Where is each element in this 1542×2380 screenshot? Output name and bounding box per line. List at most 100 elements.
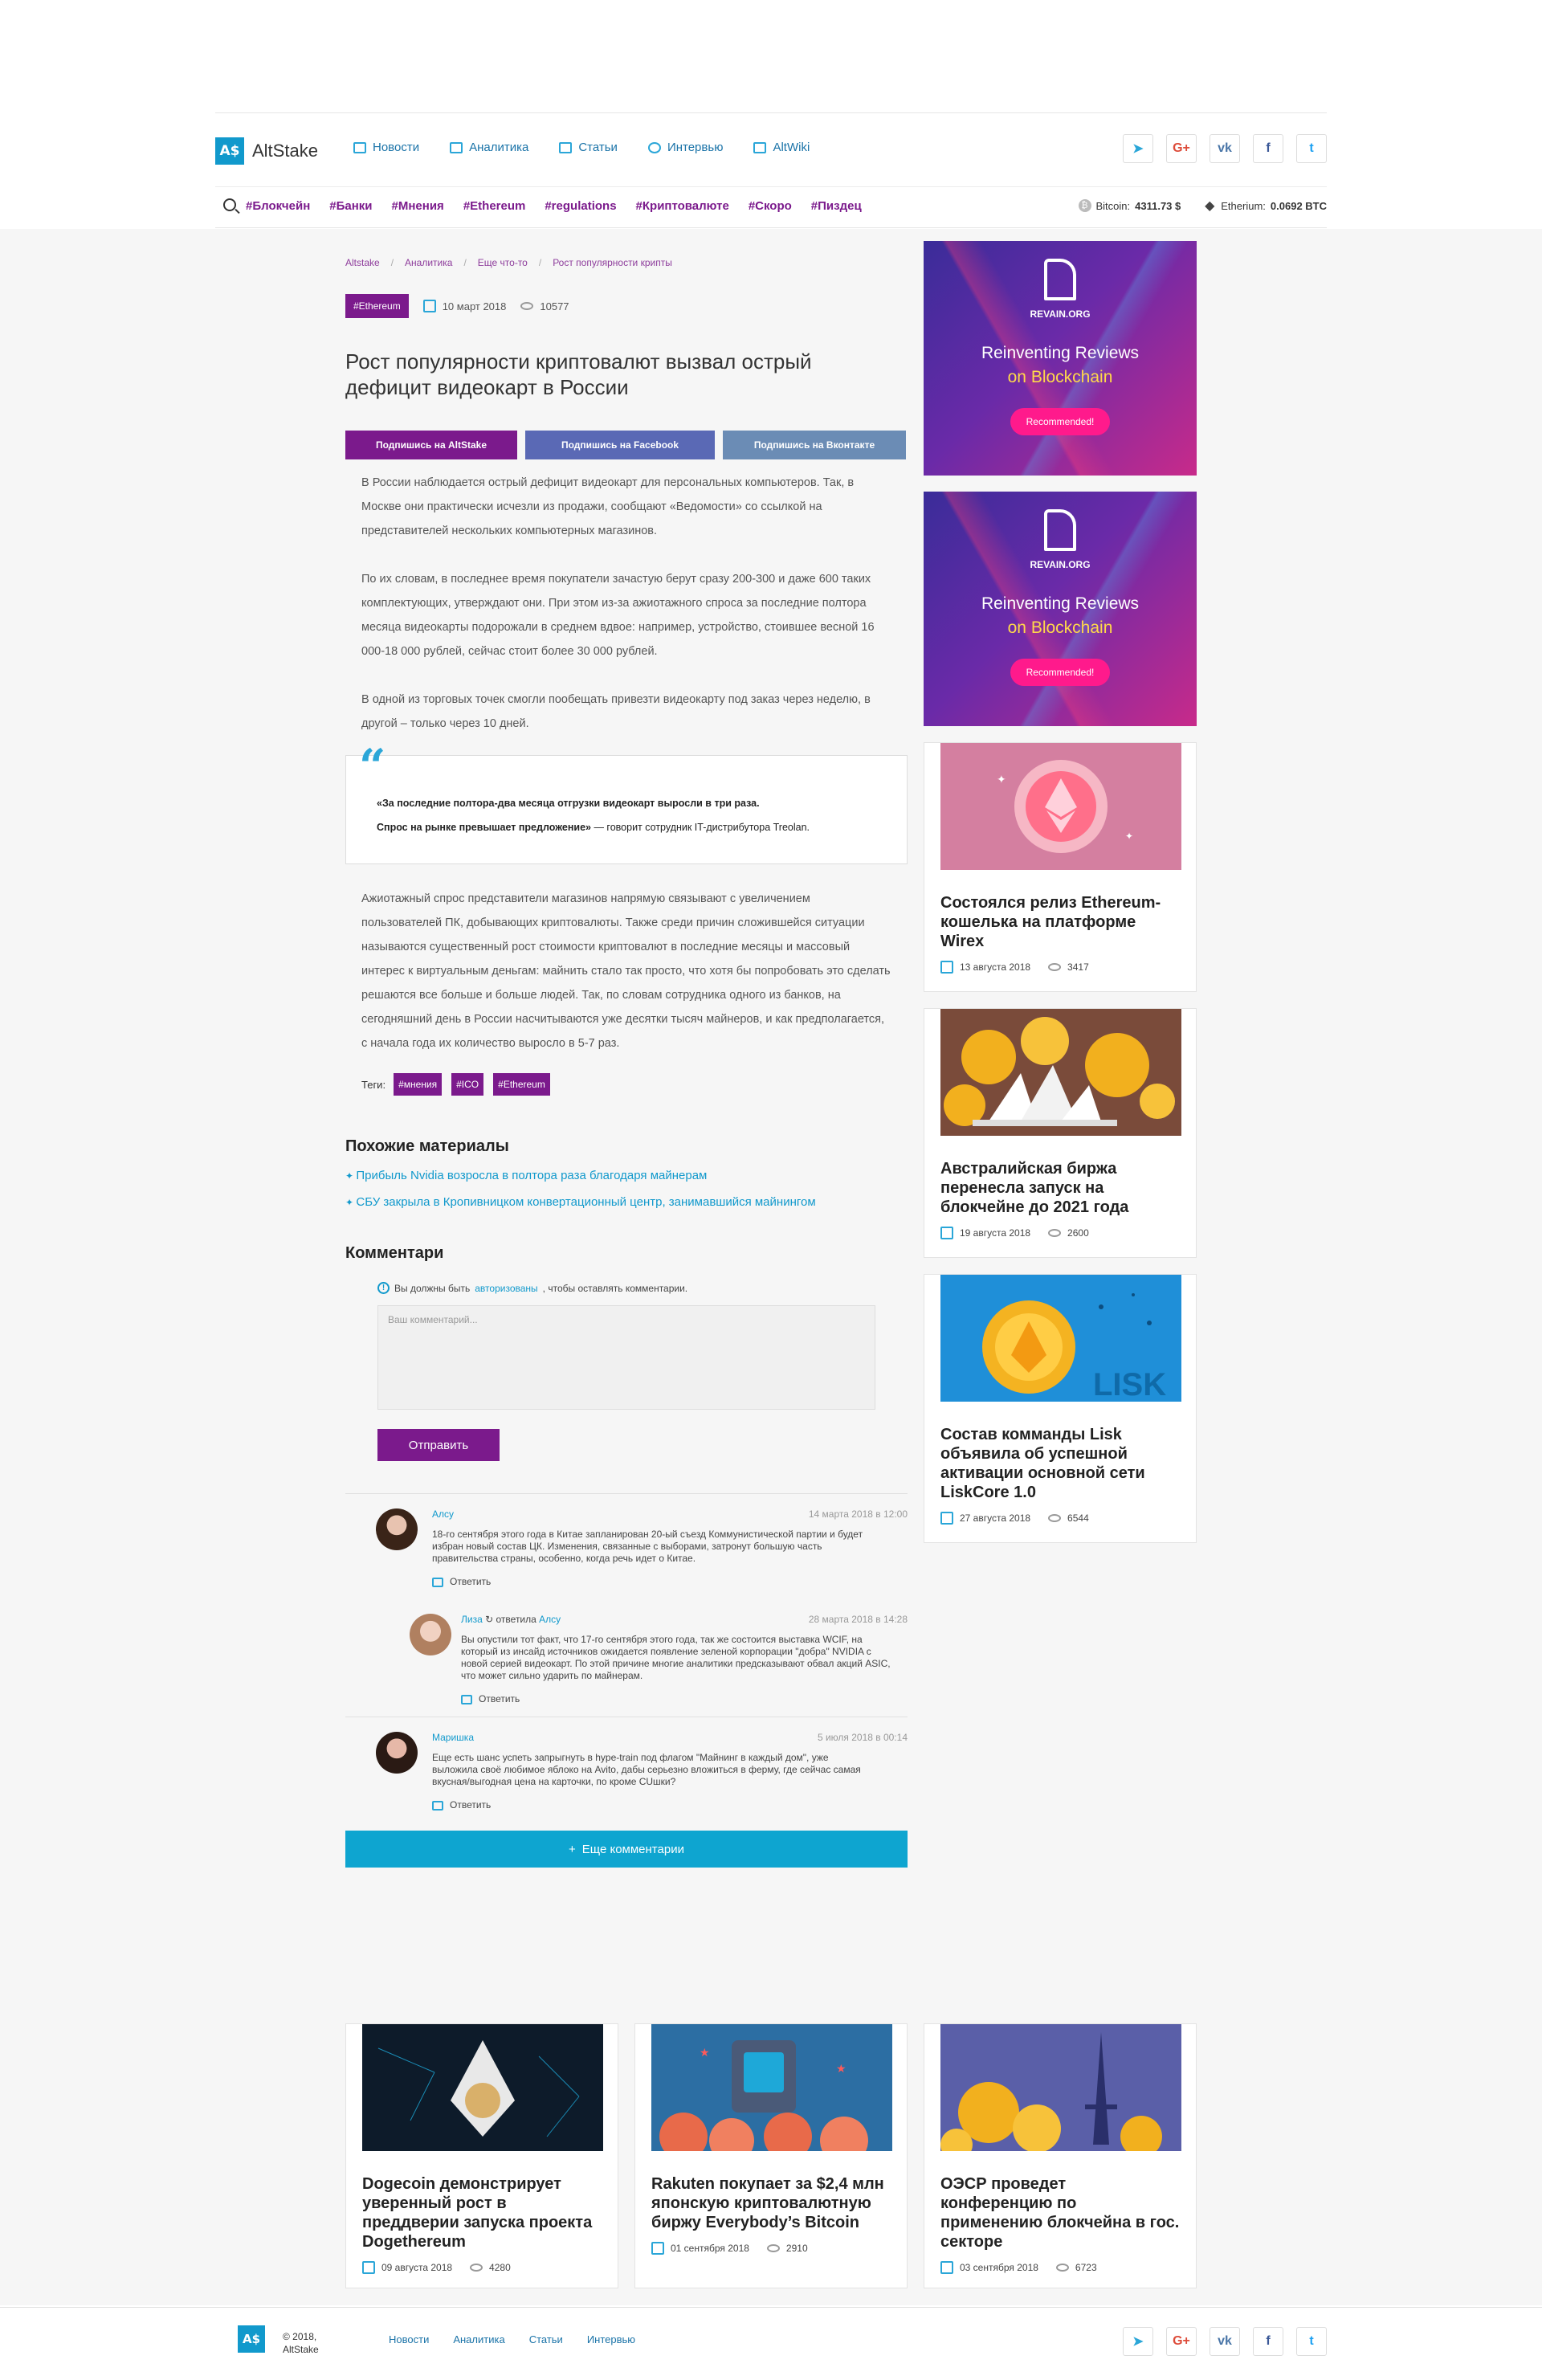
search-icon[interactable]	[223, 198, 236, 211]
footer-nav-item[interactable]: Статьи	[529, 2333, 563, 2345]
card-meta: 27 августа 2018 6544	[940, 1512, 1180, 1525]
vk-icon[interactable]: vk	[1210, 2327, 1240, 2356]
vk-icon[interactable]: vk	[1210, 134, 1240, 163]
reply-button[interactable]: Ответить	[461, 1693, 908, 1705]
tag-link[interactable]: #Пиздец	[811, 199, 862, 213]
quote-icon: “	[359, 739, 386, 794]
nav-item-altwiki[interactable]: AltWiki	[753, 141, 810, 154]
card-title: Австралийская биржа перенесла запуск на …	[940, 1160, 1129, 1216]
plus-icon: +	[569, 1842, 576, 1856]
rakuten-image: ★ ★	[651, 2024, 892, 2165]
breadcrumb-item[interactable]: Аналитика	[405, 257, 452, 268]
facebook-icon[interactable]: f	[1253, 134, 1283, 163]
news-card[interactable]: LISK Состав комманды Lisk объявила об ус…	[924, 1274, 1197, 1543]
logo-text: AltStake	[252, 141, 318, 161]
nav-item-news[interactable]: Новости	[353, 141, 419, 154]
facebook-icon[interactable]: f	[1253, 2327, 1283, 2356]
subscribe-vk-button[interactable]: Подпишись на Вконтакте	[723, 431, 906, 459]
comment-author[interactable]: Алсу	[432, 1508, 454, 1521]
nav-item-analytics[interactable]: Аналитика	[450, 141, 528, 154]
footer-nav-item[interactable]: Новости	[389, 2333, 429, 2345]
telegram-icon[interactable]: ➤	[1123, 134, 1153, 163]
rate-value: 0.0692 BTC	[1270, 199, 1327, 212]
reply-icon	[432, 1577, 443, 1587]
login-link[interactable]: авторизованы	[475, 1283, 537, 1294]
similar-title: Похожие материалы	[345, 1137, 509, 1155]
breadcrumb-item[interactable]: Рост популярности крипты	[553, 257, 672, 268]
similar-link[interactable]: СБУ закрыла в Кропивницком конвертационн…	[345, 1195, 908, 1209]
twitter-icon[interactable]: t	[1296, 134, 1327, 163]
tag-link[interactable]: #Ethereum	[463, 199, 526, 213]
header-socials: ➤ G+ vk f t	[1123, 134, 1327, 163]
news-card[interactable]: Австралийская биржа перенесла запуск на …	[924, 1008, 1197, 1258]
comment-item: Алсу 14 марта 2018 в 12:00 18-го сентября…	[345, 1494, 908, 1599]
breadcrumb-item[interactable]: Еще что-то	[478, 257, 528, 268]
news-card[interactable]: ОЭСР проведет конференцию по применению …	[924, 2023, 1197, 2288]
footer-nav-item[interactable]: Аналитика	[453, 2333, 504, 2345]
article-tag-badge[interactable]: #мнения	[394, 1073, 443, 1096]
banner-button[interactable]: Recommended!	[1010, 408, 1110, 435]
telegram-icon[interactable]: ➤	[1123, 2327, 1153, 2356]
dogecoin-image	[362, 2024, 603, 2151]
comment-author[interactable]: Маришка	[432, 1732, 474, 1744]
card-meta: 13 августа 2018 3417	[940, 961, 1180, 974]
article-tag[interactable]: #Ethereum	[345, 294, 409, 318]
news-card[interactable]: ✦ ✦ Состоялся релиз Ethereum-кошелька на…	[924, 742, 1197, 992]
nav-item-articles[interactable]: Статьи	[559, 141, 618, 154]
google-plus-icon[interactable]: G+	[1166, 2327, 1197, 2356]
tags-label: Теги:	[361, 1078, 386, 1091]
eye-icon	[1048, 1229, 1062, 1237]
article-paragraph: По их словам, в последнее время покупате…	[361, 573, 875, 658]
footer-logo[interactable]: A$	[238, 2325, 265, 2353]
rate-value: 4311.73 $	[1135, 199, 1181, 212]
tag-link[interactable]: #Криптовалюте	[636, 199, 729, 213]
subscribe-altstake-button[interactable]: Подпишись на AltStake	[345, 431, 517, 459]
banner-button[interactable]: Recommended!	[1010, 659, 1110, 686]
footer-nav-item[interactable]: Интервью	[587, 2333, 635, 2345]
site-logo[interactable]: A$ AltStake	[215, 137, 318, 165]
breadcrumb-item[interactable]: Altstake	[345, 257, 380, 268]
news-card[interactable]: Dogecoin демонстрирует уверенный рост в …	[345, 2023, 618, 2288]
comment-author[interactable]: Лиза	[461, 1614, 483, 1625]
list-icon	[559, 141, 573, 153]
nav-label: AltWiki	[773, 141, 810, 154]
eye-icon	[1048, 963, 1062, 971]
reply-button[interactable]: Ответить	[432, 1799, 908, 1811]
tag-link[interactable]: #Скоро	[749, 199, 792, 213]
tag-bar: #Блокчейн #Банки #Мнения #Ethereum #regu…	[246, 199, 862, 213]
news-card[interactable]: ★ ★ Rakuten покупает за $2,4 млн японску…	[634, 2023, 908, 2288]
revain-banner[interactable]: REVAIN.ORG Reinventing Reviews on Blockc…	[924, 492, 1197, 726]
send-comment-button[interactable]: Отправить	[377, 1429, 500, 1461]
comment-input[interactable]: Ваш комментарий...	[377, 1305, 875, 1410]
google-plus-icon[interactable]: G+	[1166, 134, 1197, 163]
nav-label: Интервью	[667, 141, 724, 154]
reply-icon	[432, 1800, 443, 1811]
tag-link[interactable]: #Банки	[329, 199, 372, 213]
comments-list: Алсу 14 марта 2018 в 12:00 18-го сентября…	[345, 1493, 908, 1823]
tag-link[interactable]: #Блокчейн	[246, 199, 310, 213]
more-comments-button[interactable]: + Еще комментарии	[345, 1831, 908, 1868]
svg-text:★: ★	[836, 2062, 846, 2075]
subscribe-facebook-button[interactable]: Подпишись на Facebook	[525, 431, 715, 459]
ethereum-icon: ◆	[1205, 199, 1215, 213]
calendar-icon	[940, 961, 953, 974]
eye-icon	[1055, 2264, 1069, 2272]
article-tag-badge[interactable]: #Ethereum	[493, 1073, 550, 1096]
nav-item-interview[interactable]: Интервью	[647, 141, 724, 154]
twitter-icon[interactable]: t	[1296, 2327, 1327, 2356]
card-meta: 03 сентября 2018 6723	[940, 2261, 1180, 2274]
tag-link[interactable]: #Мнения	[392, 199, 444, 213]
reply-button[interactable]: Ответить	[432, 1576, 908, 1588]
article-tag-badge[interactable]: #ICO	[451, 1073, 484, 1096]
replied-to-author[interactable]: Алсу	[539, 1614, 561, 1625]
calendar-icon	[940, 1512, 953, 1525]
svg-text:★: ★	[700, 2046, 710, 2059]
tag-link[interactable]: #regulations	[545, 199, 616, 213]
quote-line: «За последние полтора-два месяца отгрузк…	[377, 798, 760, 809]
comment-item: Лиза ↻ ответила Алсу 28 марта 2018 в 14:2…	[345, 1599, 908, 1717]
header-top: A$ AltStake Новости Аналитика Статьи Инт…	[215, 113, 1327, 187]
revain-banner[interactable]: REVAIN.ORG Reinventing Reviews on Blockc…	[924, 241, 1197, 476]
breadcrumb: Altstake / Аналитика / Еще что-то / Рост по…	[345, 257, 672, 268]
similar-link[interactable]: Прибыль Nvidia возросла в полтора раза б…	[345, 1169, 908, 1182]
site-footer: A$ © 2018, AltStake Новости Аналитика Ст…	[0, 2307, 1542, 2380]
